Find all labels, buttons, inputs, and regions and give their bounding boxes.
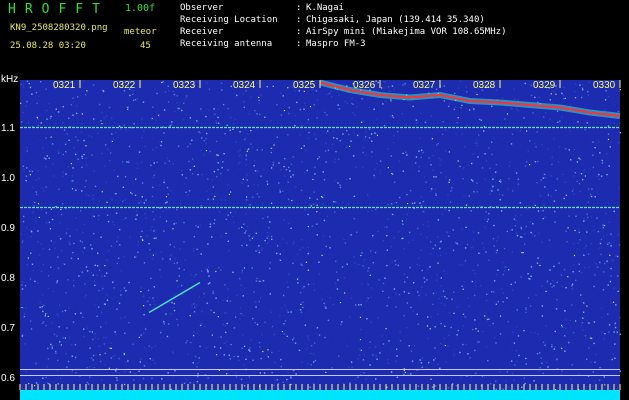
location-colon: :: [296, 15, 302, 25]
y-tick-label: 0.6: [1, 373, 15, 384]
x-tick-label: 0330: [593, 80, 616, 91]
header-panel: HROFFT 1.00f KN9_2508280320.png 25.08.28…: [0, 0, 629, 78]
x-tick-label: 0321: [53, 80, 76, 91]
observer-colon: :: [296, 3, 302, 13]
x-tick-label: 0325: [293, 80, 316, 91]
y-tick-label: 1.0: [1, 173, 15, 184]
timestamp: 25.08.28 03:20: [10, 41, 86, 51]
file-name: KN9_2508280320.png: [10, 23, 108, 33]
app-title: HROFFT: [8, 2, 109, 17]
y-tick-label: 0.9: [1, 223, 15, 234]
x-tick-label: 0322: [113, 80, 136, 91]
spectrogram-plot: kHz 1.1 1.0 0.9 0.8 0.7 0.6 0321 0322 0323 0324 032…: [0, 74, 629, 400]
y-tick-label: 0.8: [1, 273, 15, 284]
receiver-colon: :: [296, 27, 302, 37]
antenna-colon: :: [296, 39, 302, 49]
location-value: Chigasaki, Japan (139.414 35.340): [306, 15, 485, 25]
receiver-value: AirSpy mini (Miakejima VOR 108.65MHz): [306, 27, 507, 37]
plot-background: [20, 80, 620, 390]
x-tick-label: 0326: [353, 80, 376, 91]
y-tick-label: 1.1: [1, 123, 15, 134]
y-tick-label: 0.7: [1, 323, 15, 334]
location-label: Receiving Location: [180, 15, 278, 25]
x-tick-label: 0324: [233, 80, 256, 91]
observer-label: Observer: [180, 3, 224, 13]
observer-value: K.Nagai: [306, 3, 344, 13]
x-tick-label: 0327: [413, 80, 436, 91]
x-tick-label: 0323: [173, 80, 196, 91]
antenna-label: Receiving antenna: [180, 39, 273, 49]
receiver-label: Receiver: [180, 27, 224, 37]
y-unit-label: kHz: [1, 74, 19, 85]
meteor-count-value: 45: [140, 41, 151, 51]
antenna-value: Maspro FM-3: [306, 39, 366, 49]
floor-band: [20, 390, 620, 400]
x-tick-label: 0328: [473, 80, 496, 91]
spectrogram-svg: [19, 79, 621, 400]
x-tick-label: 0329: [533, 80, 556, 91]
meteor-count-label: meteor: [124, 27, 157, 37]
version-label: 1.00f: [125, 3, 156, 14]
